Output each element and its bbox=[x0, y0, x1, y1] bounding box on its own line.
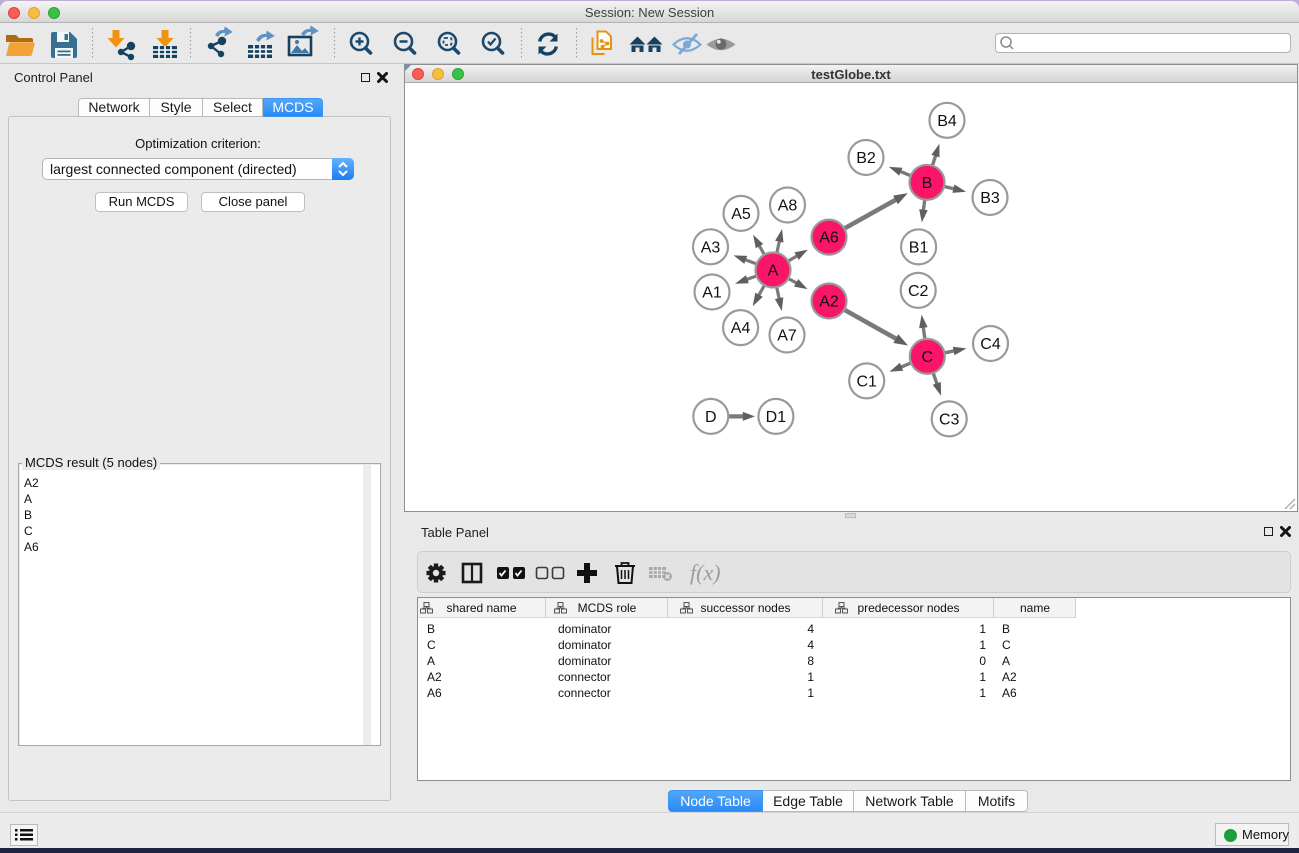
svg-text:C2: C2 bbox=[908, 283, 929, 300]
svg-text:A4: A4 bbox=[731, 320, 751, 337]
svg-text:A1: A1 bbox=[702, 285, 722, 302]
svg-text:A: A bbox=[768, 263, 779, 280]
svg-text:C3: C3 bbox=[939, 411, 960, 428]
svg-text:f(x): f(x) bbox=[690, 560, 721, 585]
svg-text:C1: C1 bbox=[856, 373, 877, 390]
svg-text:C4: C4 bbox=[980, 336, 1001, 353]
svg-text:A5: A5 bbox=[731, 206, 751, 223]
svg-text:A2: A2 bbox=[819, 294, 839, 311]
svg-text:A8: A8 bbox=[778, 198, 798, 215]
svg-text:A7: A7 bbox=[777, 328, 797, 345]
svg-text:B3: B3 bbox=[980, 190, 1000, 207]
svg-text:B: B bbox=[922, 175, 933, 192]
svg-text:C: C bbox=[922, 349, 934, 366]
svg-text:D: D bbox=[705, 409, 717, 426]
svg-text:A6: A6 bbox=[819, 230, 839, 247]
svg-text:B2: B2 bbox=[856, 150, 876, 167]
svg-text:D1: D1 bbox=[766, 409, 787, 426]
svg-text:A3: A3 bbox=[701, 239, 721, 256]
svg-text:B4: B4 bbox=[937, 113, 957, 130]
svg-text:B1: B1 bbox=[909, 239, 929, 256]
